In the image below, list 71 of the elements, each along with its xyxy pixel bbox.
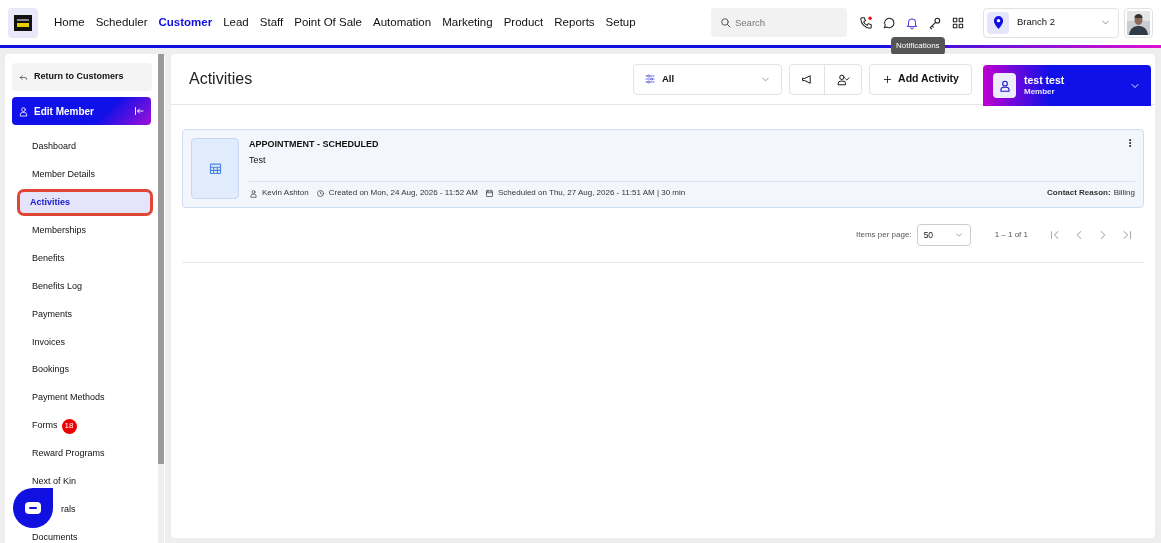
clock-icon <box>315 188 325 198</box>
member-card[interactable]: test test Member <box>983 65 1151 106</box>
nav-link[interactable]: Customer <box>158 13 213 32</box>
nav-link[interactable]: Scheduler <box>95 13 148 32</box>
user-icon <box>18 105 29 117</box>
sidebar-item[interactable]: Memberships <box>32 223 87 238</box>
count-badge: 18 <box>61 418 77 434</box>
staff-name: Kevin Ashton <box>262 187 309 199</box>
calendar-icon <box>207 161 223 176</box>
logo-icon[interactable] <box>8 7 38 38</box>
first-page-icon <box>1048 228 1062 242</box>
nav-link[interactable]: Automation <box>373 13 432 32</box>
phone-icon[interactable] <box>859 15 873 30</box>
key-icon[interactable] <box>928 15 942 30</box>
member-name: test test <box>1024 73 1065 88</box>
search-field[interactable]: Search <box>711 8 847 37</box>
calendar-icon <box>485 188 494 198</box>
sidebar-item[interactable]: Benefits <box>32 251 65 266</box>
nav-link[interactable]: Marketing <box>442 13 493 32</box>
sidebar-item[interactable]: Member Details <box>32 168 96 182</box>
bell-icon[interactable] <box>905 15 919 30</box>
activity-title: APPOINTMENT - SCHEDULED <box>249 138 379 151</box>
nav-link[interactable]: Staff <box>259 13 284 32</box>
sidebar-item[interactable]: Forms <box>32 419 58 433</box>
user-check-icon <box>836 72 850 86</box>
sidebar-item[interactable]: Reward Programs <box>32 447 105 461</box>
nav-link[interactable]: Point Of Sale <box>294 13 362 32</box>
plus-icon <box>882 73 894 85</box>
page-range: 1 – 1 of 1 <box>994 229 1028 241</box>
page-title: Activities <box>189 69 253 89</box>
sidebar-item[interactable]: Invoices <box>32 335 66 350</box>
sidebar-item[interactable]: Documents <box>32 530 78 543</box>
user-icon <box>997 78 1012 93</box>
nav-link[interactable]: Lead <box>223 13 249 32</box>
collapse-icon <box>133 105 145 117</box>
sidebar-item[interactable]: Dashboard <box>32 140 77 154</box>
sidebar-item[interactable]: Payment Methods <box>32 391 105 405</box>
nav-link[interactable]: Reports <box>554 13 595 32</box>
items-per-page-label: Items per page: <box>856 229 912 241</box>
user-icon <box>249 188 258 198</box>
last-page-icon <box>1120 228 1134 242</box>
activity-subtitle: Test <box>249 153 267 167</box>
add-activity-button[interactable]: Add Activity <box>869 63 972 95</box>
scheduled-date: Scheduled on Thu, 27 Aug, 2026 - 11:51 AM | 30 min <box>498 187 686 199</box>
created-date: Created on Mon, 24 Aug, 2026 - 11:52 AM <box>328 187 478 199</box>
sidebar-item[interactable]: Benefits Log <box>32 279 83 294</box>
edit-member-header: Edit Member <box>12 97 151 125</box>
branch-dropdown[interactable]: Branch 2 <box>983 7 1119 38</box>
sidebar-item[interactable]: Bookings <box>32 363 70 377</box>
chevron-down-icon <box>953 230 964 240</box>
sidebar-item[interactable]: Payments <box>32 307 73 322</box>
chat-icon <box>25 502 41 514</box>
contact-reason-label: Contact Reason: <box>1047 187 1111 199</box>
return-link[interactable]: Return to Customers <box>12 63 152 91</box>
chat-bubble-icon[interactable] <box>882 15 896 30</box>
sidebar-item[interactable]: Activities <box>17 189 153 217</box>
member-role: Member <box>1024 87 1056 98</box>
filter-dropdown[interactable]: All <box>633 63 782 95</box>
nav-link[interactable]: Setup <box>605 13 636 32</box>
contact-reason: Billing <box>1113 187 1135 199</box>
page-size-dropdown[interactable]: 50 <box>916 224 971 246</box>
location-pin-icon <box>992 16 1004 29</box>
sidebar-item[interactable]: rals <box>61 502 76 517</box>
nav-link[interactable]: Home <box>54 13 85 32</box>
grid-icon[interactable] <box>951 15 965 30</box>
megaphone-icon <box>800 72 814 86</box>
sliders-icon <box>644 73 656 85</box>
tooltip: Notifications <box>891 37 945 55</box>
search-icon <box>719 16 732 29</box>
nav-link[interactable]: Product <box>503 13 544 32</box>
sidebar-item[interactable]: Next of Kin <box>32 475 77 489</box>
